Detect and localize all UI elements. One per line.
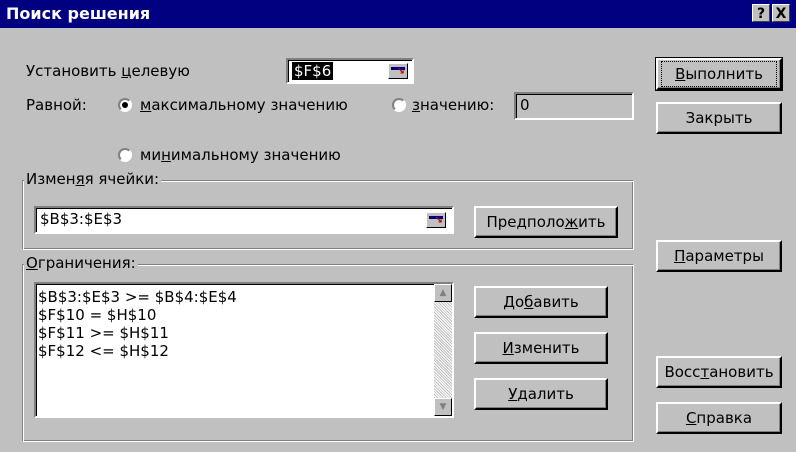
- option-min-label[interactable]: минимальному значению: [140, 146, 341, 164]
- window-title: Поиск решения: [6, 4, 151, 23]
- scroll-up-icon[interactable]: ▲: [434, 284, 452, 302]
- target-cell-field[interactable]: $F$6 ↘: [286, 58, 414, 84]
- delete-button[interactable]: Удалить: [474, 378, 608, 410]
- title-bar: Поиск решения ? X: [0, 0, 796, 28]
- equal-label: Равной:: [26, 96, 87, 114]
- constraints-listbox[interactable]: $B$3:$E$3 >= $B$4:$E$4 $F$10 = $H$10 $F$…: [34, 282, 454, 418]
- changing-cells-field[interactable]: $B$3:$E$3 ↘: [34, 206, 454, 234]
- help-title-button[interactable]: ?: [752, 4, 770, 22]
- add-button[interactable]: Добавить: [474, 286, 608, 318]
- constraints-scrollbar[interactable]: ▲ ▼: [434, 284, 452, 416]
- list-item[interactable]: $F$12 <= $H$12: [36, 342, 452, 360]
- help-button[interactable]: Справка: [656, 402, 782, 434]
- reset-button[interactable]: Восстановить: [656, 356, 782, 388]
- radio-max[interactable]: [118, 98, 132, 112]
- options-button[interactable]: Параметры: [656, 240, 782, 272]
- collapse-dialog-icon[interactable]: ↘: [388, 63, 408, 79]
- option-value-label[interactable]: значению:: [412, 96, 494, 114]
- list-item[interactable]: $F$10 = $H$10: [36, 306, 452, 324]
- target-cell-value: $F$6: [292, 62, 334, 80]
- radio-selected-dot: [122, 102, 128, 108]
- target-label: Установить целевую: [26, 62, 190, 80]
- guess-button[interactable]: Предположить: [474, 206, 618, 238]
- changing-cells-label: Изменяя ячейки:: [24, 170, 162, 188]
- list-item[interactable]: $B$3:$E$3 >= $B$4:$E$4: [36, 288, 452, 306]
- list-item[interactable]: $F$11 >= $H$11: [36, 324, 452, 342]
- radio-min[interactable]: [118, 148, 132, 162]
- solve-button[interactable]: Выполнить: [655, 57, 783, 91]
- scroll-down-icon[interactable]: ▼: [434, 398, 452, 416]
- close-title-button[interactable]: X: [772, 4, 790, 22]
- close-button[interactable]: Закрыть: [656, 102, 782, 134]
- option-max-label[interactable]: максимальному значению: [140, 96, 348, 114]
- radio-value[interactable]: [392, 98, 406, 112]
- collapse-dialog-icon[interactable]: ↘: [426, 212, 446, 228]
- change-button[interactable]: Изменить: [474, 332, 608, 364]
- value-field[interactable]: 0: [514, 92, 634, 120]
- changing-cells-value: $B$3:$E$3: [40, 210, 123, 228]
- constraints-label: Ограничения:: [24, 254, 138, 272]
